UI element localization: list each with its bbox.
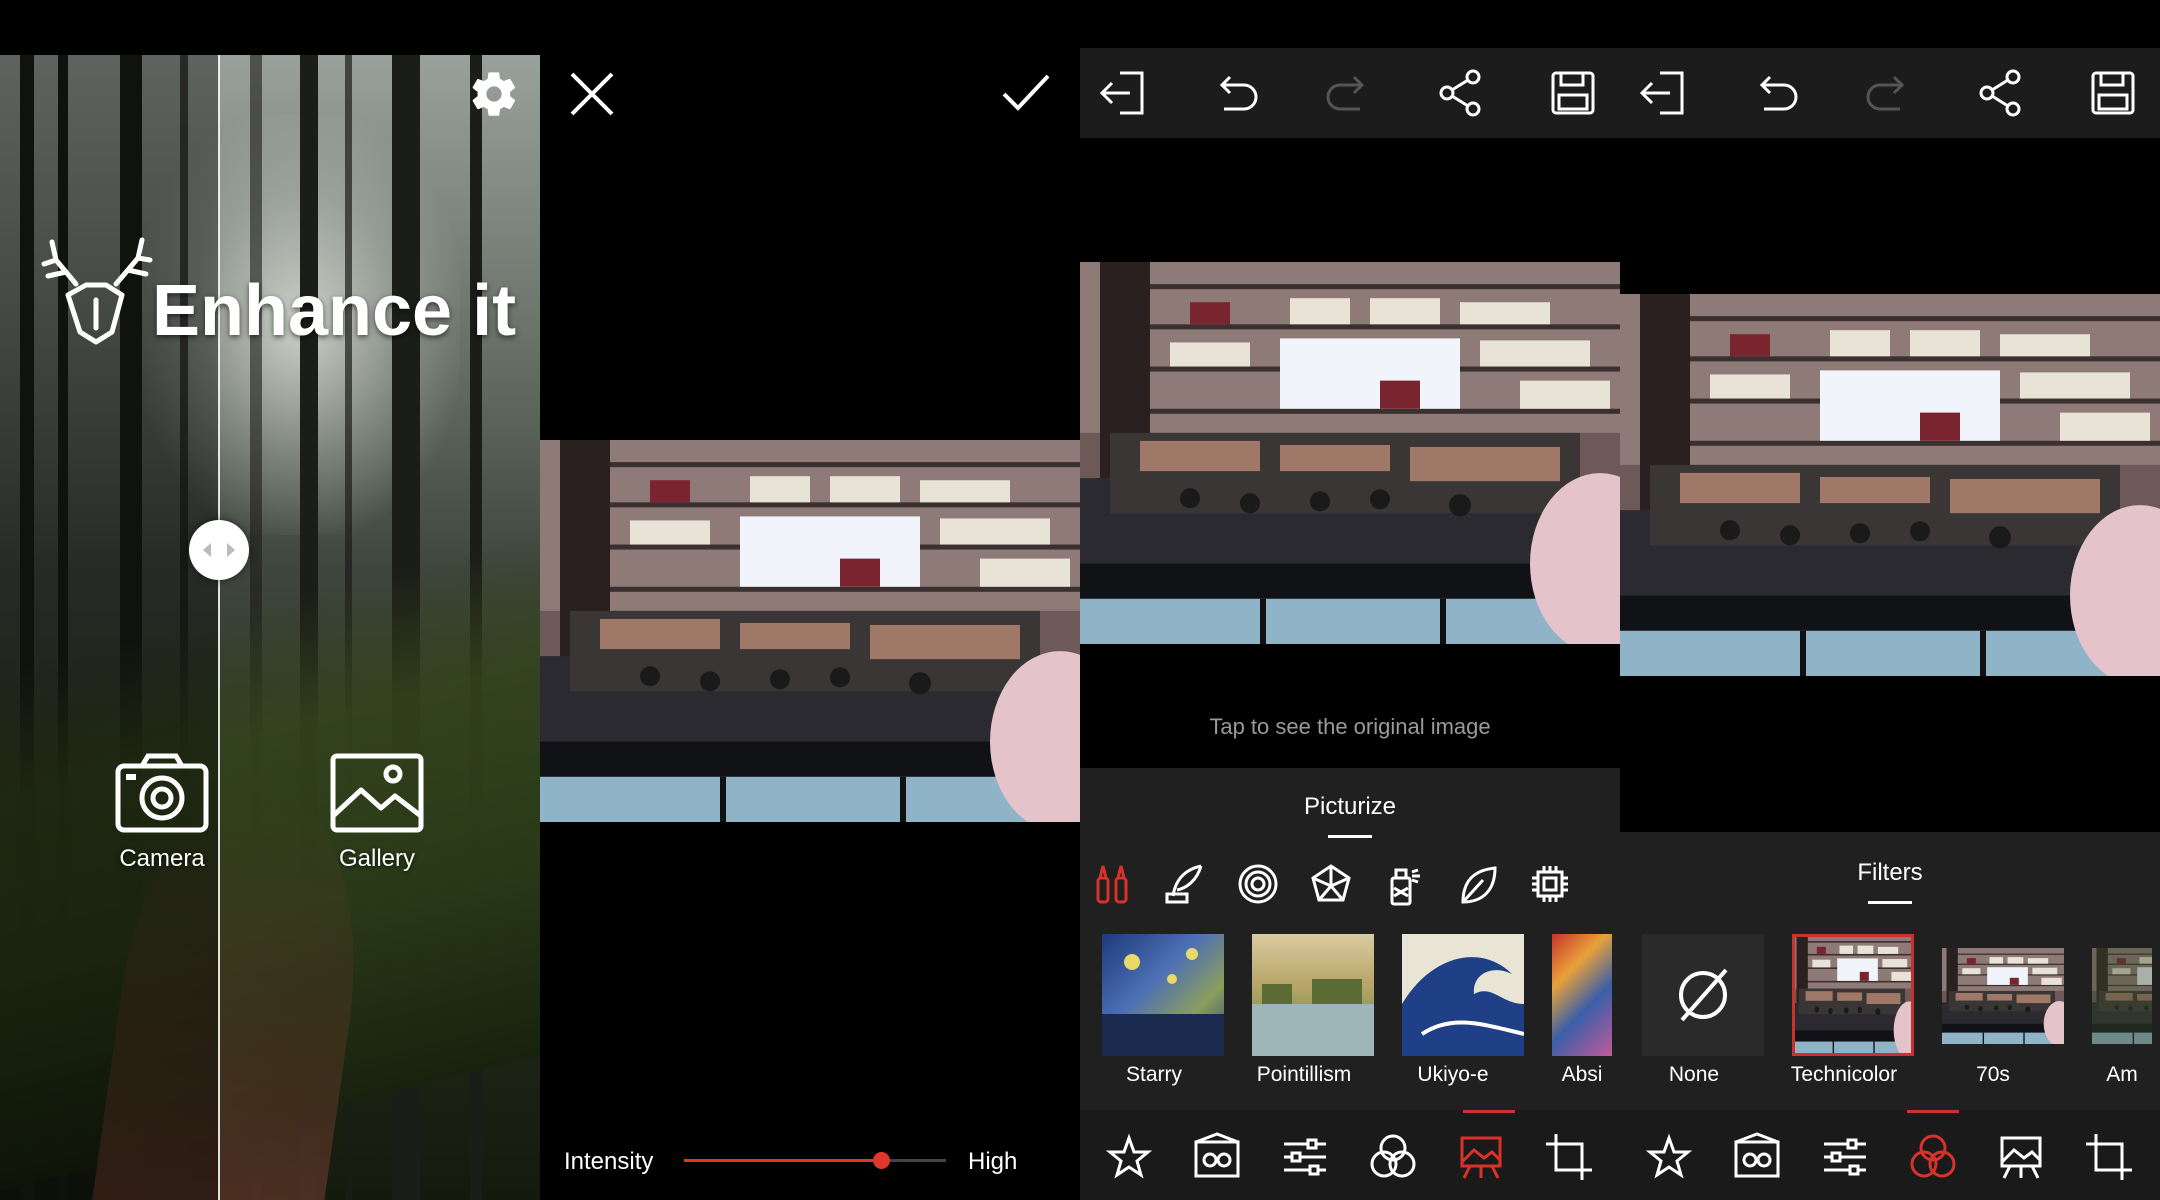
sheet-title: Filters [1857,859,1923,886]
gallery-icon [330,753,424,833]
brushes-icon[interactable] [1090,862,1134,906]
top-toolbar [1620,48,2160,138]
stylize-icon[interactable] [1192,1132,1242,1182]
preview-image[interactable] [540,440,1080,822]
polygon-icon[interactable] [1309,862,1353,906]
share-icon[interactable] [1435,67,1487,119]
filters-icon[interactable] [1368,1132,1418,1182]
stylize-icon[interactable] [1732,1132,1782,1182]
camera-icon [115,753,209,833]
adjust-icon[interactable] [1820,1132,1870,1182]
chip-icon[interactable] [1528,862,1572,906]
crop-icon[interactable] [2084,1132,2134,1182]
check-icon[interactable] [1000,70,1052,116]
preview-image[interactable] [1080,262,1620,644]
adjust-icon[interactable] [1280,1132,1330,1182]
leaf-icon[interactable] [1455,862,1499,906]
sheet-title: Picturize [1303,793,1397,820]
compare-divider[interactable] [218,55,220,1200]
save-icon[interactable] [2087,67,2139,119]
crop-icon[interactable] [1544,1132,1594,1182]
split-arrows-icon[interactable] [189,520,249,580]
thumbnail-label: 70s [1976,1063,2010,1086]
pointillism-thumbnail[interactable] [1252,934,1374,1056]
editor-picturize-screen: Tap to see the original image Picturize … [1080,0,1620,1200]
magic-icon[interactable] [1104,1132,1154,1182]
70s-filter-thumbnail[interactable] [1942,948,2064,1044]
thumbnail-label: Starry [1125,1063,1182,1086]
active-tool-indicator [1463,1110,1515,1113]
active-tool-indicator [1907,1110,1959,1113]
thumbnail-label: Pointillism [1256,1063,1352,1086]
abstract-thumbnail[interactable] [1552,934,1612,1056]
undo-icon[interactable] [1210,67,1262,119]
intensity-screen: Intensity High [540,0,1080,1200]
thumbnail-label: Am [2106,1063,2138,1086]
starry-thumbnail[interactable] [1102,934,1224,1056]
magic-icon[interactable] [1644,1132,1694,1182]
ukiyo-e-thumbnail[interactable] [1402,934,1524,1056]
sheet-title-underline [1868,901,1912,904]
thumbnail-label: Technicolor [1790,1063,1898,1086]
editor-filters-screen: Filters None Technicolor 70s Am [1620,0,2160,1200]
close-icon[interactable] [566,68,618,120]
top-toolbar [1080,48,1620,138]
exit-icon[interactable] [1638,67,1690,119]
redo-icon[interactable] [1862,67,1914,119]
camera-button[interactable]: Camera [92,752,232,873]
exit-icon[interactable] [1098,67,1150,119]
technicolor-filter-thumbnail[interactable] [1792,934,1914,1056]
bottom-toolbar [1620,1110,2160,1200]
camera-label: Camera [119,845,205,872]
undo-icon[interactable] [1750,67,1802,119]
am-filter-thumbnail[interactable] [2092,948,2152,1044]
none-filter-thumbnail[interactable] [1642,934,1764,1056]
settings-gear-icon[interactable] [468,68,520,120]
redo-icon[interactable] [1322,67,1374,119]
no-filter-icon [1679,968,1728,1022]
slider-thumb[interactable] [872,1152,890,1169]
deer-logo-icon [41,237,153,345]
compare-hint: Tap to see the original image [1209,714,1491,739]
picturize-icon[interactable] [1456,1132,1506,1182]
spray-can-icon[interactable] [1382,862,1426,906]
thumbnail-label: Ukiyo-e [1417,1063,1489,1086]
share-icon[interactable] [1975,67,2027,119]
quill-icon[interactable] [1163,862,1207,906]
swirl-icon[interactable] [1236,862,1280,906]
save-icon[interactable] [1547,67,1599,119]
thumbnail-label: None [1668,1063,1720,1086]
bottom-toolbar [1080,1110,1620,1200]
intensity-slider[interactable] [684,1152,946,1169]
picturize-icon[interactable] [1996,1132,2046,1182]
home-title: Enhance it [152,271,517,351]
preview-image[interactable] [1620,294,2160,676]
home-screen: Enhance it Camera Gallery [0,0,540,1200]
sheet-title-underline [1328,835,1372,838]
intensity-label: Intensity [564,1148,654,1175]
intensity-value-label: High [968,1148,1018,1175]
thumbnail-label: Absi [1561,1063,1603,1086]
gallery-button[interactable]: Gallery [307,752,447,873]
filters-icon[interactable] [1908,1132,1958,1182]
gallery-label: Gallery [338,845,416,872]
